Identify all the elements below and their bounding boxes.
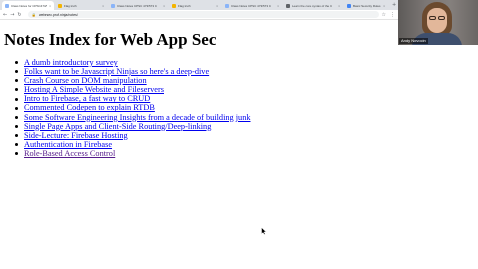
list-item: A dumb introductory survey: [15, 58, 398, 67]
close-tab-icon[interactable]: ×: [100, 4, 104, 8]
menu-icon[interactable]: ⋮: [390, 12, 395, 18]
list-item: Crash Course on DOM manipulation: [15, 76, 398, 85]
close-tab-icon[interactable]: ×: [381, 4, 385, 8]
tab-title: Basic Security Rules: [353, 3, 381, 8]
note-link[interactable]: Single Page Apps and Client-Side Routing…: [24, 122, 211, 131]
flag-icon: [172, 3, 176, 8]
list-item: Hosting A Simple Website and Fileservers: [15, 85, 398, 94]
doc-icon: [225, 3, 229, 8]
browser-tab-5[interactable]: Learn the core syntax of the C ×: [283, 1, 343, 10]
note-link[interactable]: Some Software Engineering Insights from …: [24, 113, 251, 122]
list-item: Single Page Apps and Client-Side Routing…: [15, 122, 398, 131]
close-tab-icon[interactable]: ×: [336, 4, 340, 8]
doc-icon: [5, 3, 9, 8]
mouse-cursor-icon: [261, 227, 267, 235]
glasses-right: [438, 16, 445, 20]
browser-tab-1[interactable]: Flag truth ×: [55, 1, 107, 10]
page-content: Notes Index for Web App Sec A dumb intro…: [4, 29, 398, 158]
browser-tab-3[interactable]: Flag truth ×: [169, 1, 221, 10]
list-item: Some Software Engineering Insights from …: [15, 113, 398, 122]
note-link[interactable]: Hosting A Simple Website and Fileservers: [24, 85, 164, 94]
notes-list: A dumb introductory survey Folks want to…: [15, 58, 398, 158]
close-tab-icon[interactable]: ×: [275, 4, 279, 8]
note-link[interactable]: Commented Codepen to explain RTDB: [24, 103, 155, 112]
flag-icon: [58, 3, 62, 8]
list-item: Role-Based Access Control: [15, 149, 398, 158]
presenter-name: Andy Novocin: [399, 38, 428, 44]
address-url: webrsec.prof.ninja/notes/: [38, 12, 78, 17]
webcam-video: Andy Novocin: [398, 0, 478, 45]
browser-tab-4[interactable]: Class Notes CPSC 473/573 C ×: [222, 1, 282, 10]
presenter-face: [427, 8, 447, 33]
browser-tab-6[interactable]: Basic Security Rules ×: [344, 1, 388, 10]
browser-tab-2[interactable]: Class Notes CPSC 473/573 C ×: [108, 1, 168, 10]
close-tab-icon[interactable]: ×: [161, 4, 165, 8]
close-tab-icon[interactable]: ×: [47, 4, 51, 8]
web-icon: [347, 3, 351, 8]
close-tab-icon[interactable]: ×: [214, 4, 218, 8]
lock-icon: 🔒: [31, 12, 36, 17]
web-icon: [286, 3, 290, 8]
list-item: Commented Codepen to explain RTDB: [15, 103, 398, 112]
doc-icon: [111, 3, 115, 8]
list-item: Side-Lecture: Firebase Hosting: [15, 131, 398, 140]
note-link[interactable]: Authentication in Firebase: [24, 140, 112, 149]
note-link[interactable]: Intro to Firebase, a fast way to CRUD: [24, 94, 150, 103]
reload-icon[interactable]: ↻: [17, 10, 21, 20]
tab-title: Class Notes for CPSC473/573 F: [11, 3, 47, 8]
address-bar[interactable]: 🔒 webrsec.prof.ninja/notes/: [27, 11, 379, 18]
tab-title: Class Notes CPSC 473/573 C: [117, 3, 158, 8]
note-link[interactable]: Crash Course on DOM manipulation: [24, 76, 147, 85]
star-icon[interactable]: ☆: [382, 12, 386, 18]
back-icon[interactable]: ←: [3, 10, 7, 20]
list-item: Authentication in Firebase: [15, 140, 398, 149]
tab-title: Flag truth: [178, 3, 191, 8]
note-link[interactable]: A dumb introductory survey: [24, 58, 118, 67]
forward-icon[interactable]: →: [10, 10, 14, 20]
browser-toolbar: ← → ↻ 🔒 webrsec.prof.ninja/notes/ ☆ ⋮: [0, 10, 398, 20]
list-item: Folks want to be Javascript Ninjas so he…: [15, 67, 398, 76]
note-link[interactable]: Side-Lecture: Firebase Hosting: [24, 131, 128, 140]
tab-strip: Class Notes for CPSC473/573 F × Flag tru…: [0, 0, 398, 10]
note-link[interactable]: Role-Based Access Control: [24, 149, 115, 158]
page-title: Notes Index for Web App Sec: [4, 30, 217, 49]
tab-title: Class Notes CPSC 473/573 C: [231, 3, 272, 8]
note-link[interactable]: Folks want to be Javascript Ninjas so he…: [24, 67, 209, 76]
list-item: Intro to Firebase, a fast way to CRUD: [15, 94, 398, 103]
tab-title: Learn the core syntax of the C: [292, 3, 333, 8]
tab-title: Flag truth: [64, 3, 77, 8]
glasses-left: [429, 16, 436, 20]
